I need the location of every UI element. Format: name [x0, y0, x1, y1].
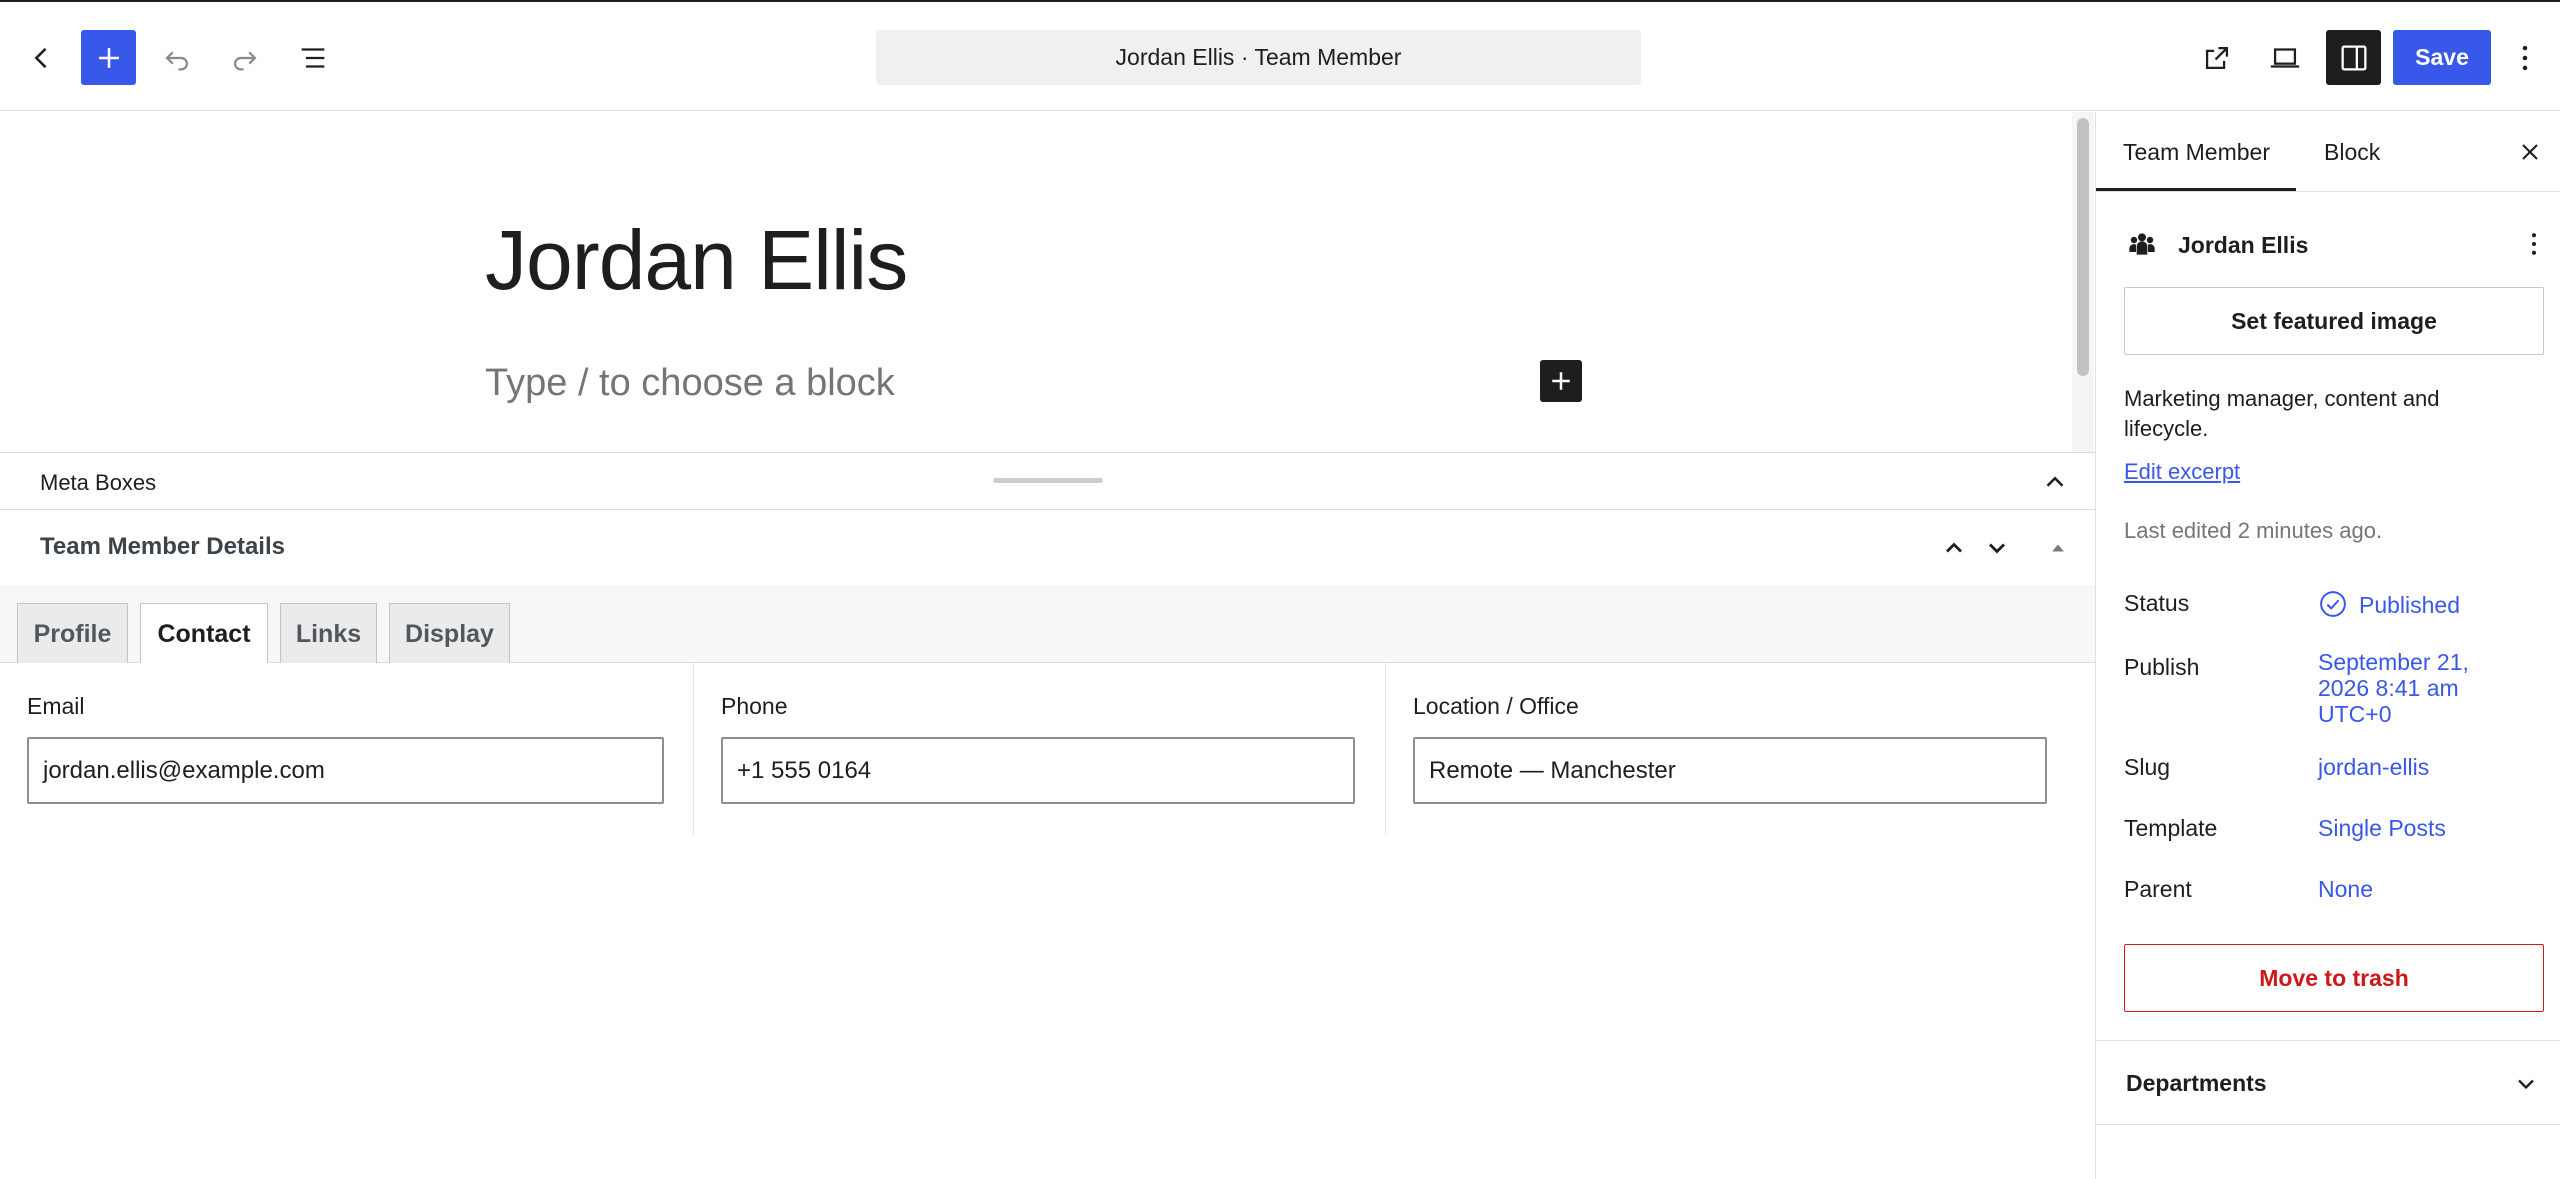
status-value[interactable]: Published	[2359, 592, 2460, 618]
template-label: Template	[2124, 815, 2218, 841]
list-view-icon	[301, 47, 324, 68]
tab-block[interactable]: Block	[2324, 112, 2380, 192]
inline-block-inserter-button[interactable]	[1540, 360, 1582, 402]
tab-display[interactable]: Display	[389, 603, 510, 664]
meta-tabs: Profile Contact Links Display	[0, 585, 2095, 665]
plus-icon	[1552, 372, 1570, 390]
post-name: Jordan Ellis	[2178, 232, 2309, 258]
external-link-icon	[2205, 46, 2228, 69]
departments-panel-title[interactable]: Departments	[2126, 1070, 2267, 1097]
tab-team-member[interactable]: Team Member	[2123, 112, 2270, 192]
move-down-button[interactable]	[1980, 531, 2014, 565]
meta-boxes-label: Meta Boxes	[40, 470, 157, 495]
chevron-down-icon	[2518, 1079, 2534, 1090]
preview-button[interactable]	[2257, 30, 2312, 85]
phone-label: Phone	[721, 693, 788, 719]
tab-contact[interactable]: Contact	[140, 603, 268, 665]
parent-value[interactable]: None	[2318, 876, 2373, 902]
close-sidebar-button[interactable]	[2512, 134, 2548, 170]
status-label: Status	[2124, 590, 2190, 616]
tab-links[interactable]: Links	[280, 603, 377, 664]
email-label: Email	[27, 693, 85, 719]
email-field-group: Email jordan.ellis@example.com	[0, 663, 693, 836]
location-field-group: Location / Office Remote — Manchester	[1385, 663, 2076, 836]
document-overview-button[interactable]	[285, 30, 340, 85]
published-check-icon	[2320, 591, 2346, 617]
back-button[interactable]	[14, 30, 69, 85]
save-button[interactable]: Save	[2393, 30, 2491, 85]
post-title[interactable]: Jordan Ellis	[485, 212, 908, 309]
set-featured-image-button[interactable]: Set featured image	[2124, 287, 2544, 355]
people-icon	[2129, 233, 2155, 255]
view-post-button[interactable]	[2189, 30, 2244, 85]
more-vertical-icon	[2532, 233, 2536, 255]
settings-sidebar: Team Member Block Jordan Ellis Set featu…	[2095, 112, 2560, 1179]
sidebar-tabs: Team Member Block	[2096, 112, 2560, 192]
canvas-scrollbar-thumb[interactable]	[2077, 118, 2089, 376]
redo-icon	[233, 51, 257, 70]
sidebar-divider	[2096, 1040, 2560, 1041]
phone-field-group: Phone +1 555 0164	[693, 663, 1385, 836]
post-actions-button[interactable]	[2516, 226, 2552, 262]
more-vertical-icon	[2522, 45, 2528, 70]
undo-button[interactable]	[149, 30, 204, 85]
close-icon	[2522, 144, 2538, 160]
parent-label: Parent	[2124, 876, 2192, 902]
edit-excerpt-link[interactable]: Edit excerpt	[2124, 459, 2240, 485]
slug-label: Slug	[2124, 754, 2171, 780]
toggle-panel-button[interactable]	[2041, 531, 2075, 565]
last-edited-text: Last edited 2 minutes ago.	[2124, 518, 2383, 543]
location-field[interactable]: Remote — Manchester	[1413, 737, 2047, 804]
settings-sidebar-toggle[interactable]	[2326, 30, 2381, 85]
editor-canvas: Jordan Ellis Type / to choose a block	[0, 112, 2095, 452]
redo-button[interactable]	[217, 30, 272, 85]
team-member-details-header: Team Member Details	[0, 511, 2095, 585]
template-value[interactable]: Single Posts	[2318, 815, 2446, 841]
chevron-left-icon	[34, 47, 46, 68]
chevron-down-icon	[1989, 543, 2005, 554]
publish-label: Publish	[2124, 654, 2200, 680]
departments-toggle[interactable]	[2508, 1066, 2544, 1102]
slug-value[interactable]: jordan-ellis	[2318, 754, 2429, 780]
move-up-button[interactable]	[1937, 531, 1971, 565]
post-summary: Jordan Ellis	[2096, 222, 2560, 268]
team-member-details-title: Team Member Details	[40, 533, 285, 560]
move-to-trash-button[interactable]: Move to trash	[2124, 944, 2544, 1012]
meta-boxes-header: Meta Boxes	[0, 452, 2095, 510]
options-menu-button[interactable]	[2503, 30, 2547, 85]
undo-icon	[164, 51, 188, 70]
triangle-up-icon	[2052, 544, 2064, 552]
plus-icon	[98, 47, 119, 68]
chevron-up-icon	[1946, 542, 1962, 553]
contact-fields: Email jordan.ellis@example.com Phone +1 …	[0, 663, 2076, 836]
block-inserter-button[interactable]	[81, 30, 136, 85]
device-preview-icon	[2270, 47, 2299, 68]
sidebar-divider	[2096, 1124, 2560, 1125]
publish-value[interactable]: September 21, 2026 8:41 am UTC+0	[2318, 649, 2488, 727]
editor-toolbar: Jordan Ellis · Team Member Save	[0, 0, 2560, 111]
block-placeholder[interactable]: Type / to choose a block	[485, 362, 895, 405]
email-field[interactable]: jordan.ellis@example.com	[27, 737, 664, 804]
active-tab-indicator	[2096, 188, 2296, 191]
tab-profile[interactable]: Profile	[17, 603, 128, 664]
chevron-up-icon[interactable]	[2040, 467, 2070, 497]
location-label: Location / Office	[1413, 693, 1579, 719]
phone-field[interactable]: +1 555 0164	[721, 737, 1355, 804]
sidebar-toggle-icon	[2341, 45, 2366, 70]
document-title-bar[interactable]: Jordan Ellis · Team Member	[876, 30, 1641, 85]
meta-boxes-resize-handle[interactable]	[993, 478, 1103, 483]
post-excerpt: Marketing manager, content and lifecycle…	[2124, 386, 2440, 441]
